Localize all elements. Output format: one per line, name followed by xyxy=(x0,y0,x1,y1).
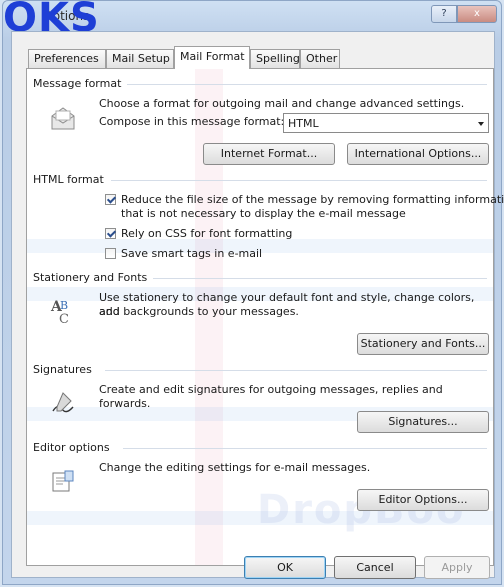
tab-other[interactable]: Other xyxy=(300,49,340,68)
editor-options-button[interactable]: Editor Options... xyxy=(357,489,489,511)
help-button[interactable]: ? xyxy=(431,5,457,23)
message-format-header: Message format xyxy=(33,77,122,90)
html-format-header: HTML format xyxy=(33,173,104,186)
editor-options-description: Change the editing settings for e-mail m… xyxy=(99,461,371,474)
document-edit-icon xyxy=(52,470,74,492)
message-format-description: Choose a format for outgoing mail and ch… xyxy=(99,97,465,110)
signature-pen-icon xyxy=(52,392,74,413)
signatures-description: Create and edit signatures for outgoing … xyxy=(99,383,443,410)
section-divider xyxy=(153,278,487,279)
rely-css-checkbox[interactable] xyxy=(105,228,116,239)
stationery-description-2: add backgrounds to your messages. xyxy=(99,305,299,318)
compose-format-label: Compose in this message format: xyxy=(99,115,285,128)
mail-format-panel: DropBoo Message format Choose a format f… xyxy=(26,68,504,566)
reduce-size-checkbox[interactable] xyxy=(105,194,116,205)
editor-options-header: Editor options xyxy=(33,441,110,454)
rely-css-label: Rely on CSS for font formatting xyxy=(121,227,293,240)
tab-spelling[interactable]: Spelling xyxy=(250,49,300,68)
envelope-icon xyxy=(51,107,75,130)
signatures-button[interactable]: Signatures... xyxy=(357,411,489,433)
ok-button[interactable]: OK xyxy=(244,556,326,579)
stationery-header: Stationery and Fonts xyxy=(33,271,148,284)
compose-format-select[interactable]: HTML xyxy=(283,113,489,133)
cancel-button[interactable]: Cancel xyxy=(334,556,416,579)
international-options-button[interactable]: International Options... xyxy=(347,143,489,165)
smart-tags-checkbox[interactable] xyxy=(105,248,116,259)
svg-text:B: B xyxy=(60,299,68,312)
internet-format-button[interactable]: Internet Format... xyxy=(203,143,335,165)
tab-preferences[interactable]: Preferences xyxy=(28,49,106,68)
reduce-size-label: Reduce the file size of the message by r… xyxy=(121,193,504,206)
signatures-header: Signatures xyxy=(33,363,92,376)
dialog-body: Preferences Mail Setup Mail Format Spell… xyxy=(11,31,504,579)
reduce-size-label-continued: that is not necessary to display the e-m… xyxy=(121,207,406,220)
title-bar[interactable]: Options OKS ? x xyxy=(3,0,501,41)
tab-mail-format[interactable]: Mail Format xyxy=(174,46,250,69)
font-style-icon: A B C xyxy=(50,299,69,325)
close-icon: x xyxy=(474,8,480,19)
stationery-fonts-button[interactable]: Stationery and Fonts... xyxy=(357,333,489,355)
chevron-down-icon xyxy=(478,122,484,126)
options-dialog-window: Options OKS ? x Preferences Mail Setup M… xyxy=(2,0,504,585)
compose-format-value: HTML xyxy=(288,117,319,130)
help-icon: ? xyxy=(441,8,447,19)
tab-mail-setup[interactable]: Mail Setup xyxy=(106,49,174,68)
svg-text:C: C xyxy=(59,312,69,325)
section-divider xyxy=(127,84,487,85)
section-divider xyxy=(105,370,487,371)
apply-button[interactable]: Apply xyxy=(424,556,490,579)
smart-tags-label: Save smart tags in e-mail xyxy=(121,247,263,260)
section-divider xyxy=(123,448,487,449)
close-button[interactable]: x xyxy=(457,5,497,23)
section-divider xyxy=(111,180,487,181)
